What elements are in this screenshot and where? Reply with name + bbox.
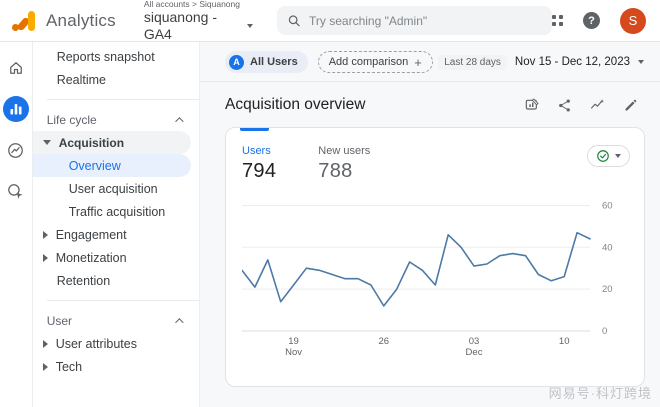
sidebar-section-life-cycle[interactable]: Life cycle	[33, 108, 199, 131]
insights-icon[interactable]	[589, 98, 606, 113]
edit-icon[interactable]	[623, 98, 638, 113]
sidebar-item-retention[interactable]: Retention	[33, 269, 199, 292]
date-range-label: Nov 15 - Dec 12, 2023	[515, 56, 630, 68]
divider	[47, 300, 199, 301]
page-header: Acquisition overview	[200, 82, 660, 127]
caret-down-icon	[43, 140, 51, 145]
svg-text:20: 20	[602, 284, 613, 295]
svg-text:Nov: Nov	[285, 347, 302, 358]
chart-area: 0 20 40 60 19Nov 26 03Dec 10	[226, 189, 644, 364]
metric-label: New users	[318, 145, 370, 157]
sidebar-item-label: Retention	[57, 274, 111, 288]
search-bar[interactable]	[277, 6, 552, 35]
audience-chip-label: All Users	[250, 56, 298, 68]
customize-report-icon[interactable]	[524, 97, 540, 113]
svg-text:0: 0	[602, 326, 607, 337]
chevron-down-icon	[615, 154, 621, 158]
sidebar-item-user-attributes[interactable]: User attributes	[33, 332, 199, 355]
metric-users[interactable]: Users 794	[242, 145, 276, 183]
sidebar-section-user[interactable]: User	[33, 309, 199, 332]
explore-icon[interactable]	[3, 137, 29, 163]
sidebar-item-label: Monetization	[56, 251, 127, 265]
report-nav: Reports snapshot Realtime Life cycle Acq…	[33, 42, 200, 407]
audience-chip-all-users[interactable]: A All Users	[225, 51, 308, 73]
sidebar-item-engagement[interactable]: Engagement	[33, 223, 199, 246]
metric-header: Users 794 New users 788	[226, 128, 644, 189]
sidebar-item-label: Acquisition	[59, 136, 124, 150]
active-tab-indicator[interactable]	[240, 128, 269, 131]
svg-text:03: 03	[469, 336, 480, 347]
sidebar-item-acquisition[interactable]: Acquisition	[33, 131, 191, 154]
sidebar-item-traffic-acquisition[interactable]: Traffic acquisition	[33, 200, 199, 223]
sidebar-item-overview[interactable]: Overview	[33, 154, 191, 177]
section-label: User	[47, 314, 72, 328]
svg-text:60: 60	[602, 200, 613, 211]
advertising-icon[interactable]	[3, 178, 29, 204]
sidebar-item-label: Overview	[69, 159, 121, 173]
sidebar-item-label: Tech	[56, 360, 82, 374]
divider	[47, 99, 199, 100]
sidebar-item-realtime[interactable]: Realtime	[33, 68, 199, 91]
svg-text:10: 10	[559, 336, 570, 347]
help-icon[interactable]: ?	[583, 12, 600, 29]
users-line-chart[interactable]: 0 20 40 60 19Nov 26 03Dec 10	[242, 195, 630, 359]
data-quality-button[interactable]	[587, 145, 630, 167]
sidebar-item-tech[interactable]: Tech	[33, 355, 199, 378]
metric-new-users[interactable]: New users 788	[318, 145, 370, 183]
sidebar-item-label: Realtime	[57, 73, 106, 87]
home-icon[interactable]	[3, 55, 29, 81]
plus-icon: +	[414, 55, 422, 70]
avatar[interactable]: S	[620, 8, 646, 34]
add-comparison-button[interactable]: Add comparison +	[318, 51, 433, 73]
svg-text:40: 40	[602, 242, 613, 253]
svg-text:26: 26	[378, 336, 389, 347]
caret-right-icon	[43, 231, 48, 239]
metric-label: Users	[242, 145, 276, 157]
section-label: Life cycle	[47, 113, 97, 127]
check-circle-icon	[596, 149, 610, 163]
search-icon	[287, 13, 301, 28]
sidebar-item-label: Traffic acquisition	[69, 205, 166, 219]
metric-value: 788	[318, 160, 370, 183]
report-controls: A All Users Add comparison + Last 28 day…	[200, 42, 660, 82]
app-bar: Analytics All accounts > Siquanong siqua…	[0, 0, 660, 42]
add-comparison-label: Add comparison	[329, 56, 409, 68]
audience-badge: A	[229, 55, 244, 70]
main-content: A All Users Add comparison + Last 28 day…	[200, 42, 660, 407]
google-analytics-logo	[12, 10, 36, 32]
caret-right-icon	[43, 363, 48, 371]
chevron-up-icon	[175, 117, 183, 125]
metric-value: 794	[242, 160, 276, 183]
sidebar-item-label: Reports snapshot	[57, 50, 155, 64]
sidebar-item-user-acquisition[interactable]: User acquisition	[33, 177, 199, 200]
svg-text:Dec: Dec	[466, 347, 483, 358]
property-name: siquanong - GA4	[144, 9, 242, 43]
product-name: Analytics	[46, 11, 116, 31]
sidebar-item-label: Engagement	[56, 228, 127, 242]
account-switcher[interactable]: All accounts > Siquanong siquanong - GA4	[144, 0, 253, 42]
share-icon[interactable]	[557, 98, 572, 113]
chevron-down-icon	[638, 60, 644, 64]
icon-rail	[0, 42, 33, 407]
users-overview-card: Users 794 New users 788 0 20 40 60 19Nov 26 03…	[225, 127, 645, 387]
sidebar-item-label: User acquisition	[69, 182, 158, 196]
sidebar-item-monetization[interactable]: Monetization	[33, 246, 199, 269]
apps-grid-icon[interactable]	[552, 15, 563, 26]
account-breadcrumb: All accounts > Siquanong	[144, 0, 253, 9]
date-preset-badge: Last 28 days	[438, 55, 507, 70]
search-input[interactable]	[309, 14, 542, 28]
sidebar-item-reports-snapshot[interactable]: Reports snapshot	[33, 45, 199, 68]
date-range-picker[interactable]: Last 28 days Nov 15 - Dec 12, 2023	[438, 55, 644, 70]
page-title: Acquisition overview	[225, 96, 365, 114]
reports-icon[interactable]	[3, 96, 29, 122]
chevron-down-icon	[247, 24, 253, 28]
sidebar-item-label: User attributes	[56, 337, 137, 351]
caret-right-icon	[43, 254, 48, 262]
chevron-up-icon	[175, 318, 183, 326]
watermark: 网易号·科灯跨境	[549, 383, 652, 402]
caret-right-icon	[43, 340, 48, 348]
svg-text:19: 19	[288, 336, 299, 347]
